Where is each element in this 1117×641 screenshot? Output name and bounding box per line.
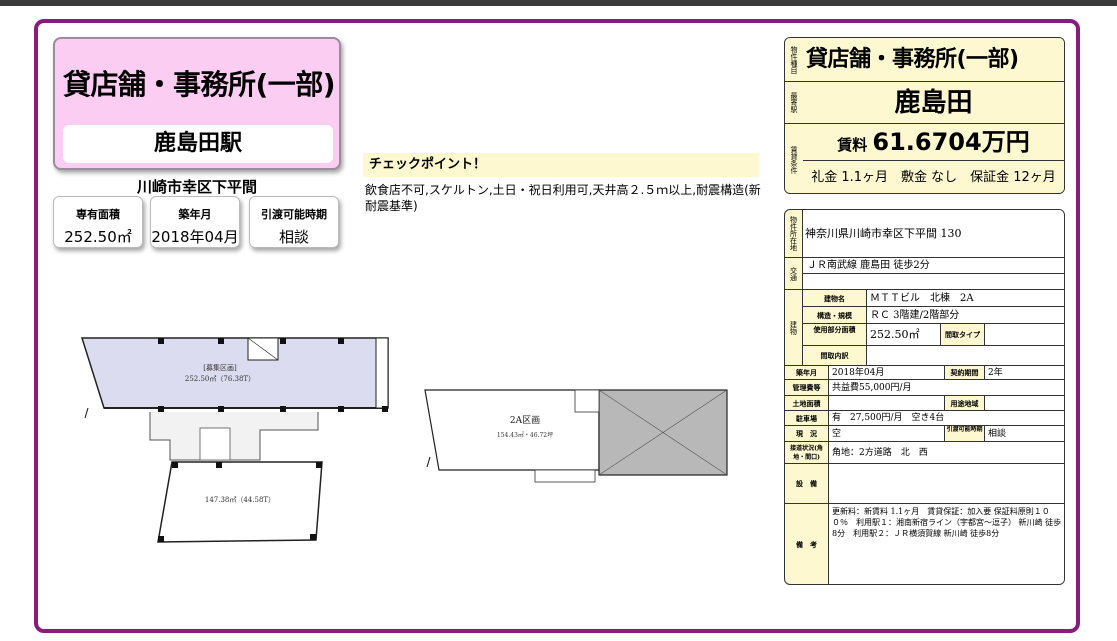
- plan-unit-area-label: 154.43㎡・46.72坪: [497, 431, 553, 439]
- stat-value: 2018年04月: [151, 228, 239, 246]
- location-side: 物件所在地: [785, 210, 803, 258]
- transport-empty: [803, 274, 1064, 290]
- layout-type-value: [985, 324, 1064, 346]
- area-label: 使用部分面積: [803, 324, 867, 346]
- land-value: [829, 396, 945, 411]
- spec-table: 物件所在地 神奈川県川崎市幸区下平間 130 交通 ＪＲ南武線 鹿島田 徒歩2分…: [784, 209, 1065, 585]
- building-name-label: 建物名: [803, 290, 867, 307]
- plan-upper-area: [80, 337, 389, 409]
- structure-value: ＲＣ 3階建/2階部分: [867, 307, 1064, 324]
- mgmt-label: 管理費等: [785, 380, 829, 396]
- row-side-label: 賃貸条件: [785, 124, 804, 193]
- built-value: 2018年04月: [829, 366, 945, 380]
- summary-station-row: 最寄駅 鹿島田: [785, 82, 1064, 124]
- floor-plan-right: 2A区画 154.43㎡・46.72坪: [424, 389, 728, 483]
- mgmt-value: 共益費55,000円/月: [829, 380, 1064, 396]
- road-label: 接道状況(角地・間口): [785, 442, 829, 464]
- summary-box: 物件種目 貸店舗・事務所(一部) 最寄駅 鹿島田 賃貸条件 賃料 61.6704…: [784, 37, 1065, 194]
- contract-label: 契約期間: [945, 366, 985, 380]
- plan-label: [募集区画]: [203, 363, 237, 372]
- zoning-value: [985, 396, 1064, 411]
- rent-value: 61.6704万円: [872, 128, 1030, 156]
- built-label: 築年月: [785, 366, 829, 380]
- layout-detail-label: 間取内訳: [803, 346, 867, 366]
- equip-label: 設 備: [785, 464, 829, 504]
- address-short: 川崎市幸区下平間: [136, 178, 257, 196]
- stat-area: 専有面積 252.50㎡: [53, 196, 143, 248]
- title-card: 貸店舗・事務所(一部) 鹿島田駅: [53, 37, 341, 170]
- stat-value: 相談: [278, 228, 309, 246]
- compass-icon: [426, 456, 431, 468]
- parking-value: 有 27,500円/月 空き4台: [829, 411, 1064, 426]
- handover-value: 相談: [985, 426, 1064, 442]
- land-label: 土地面積: [785, 396, 829, 411]
- compass-icon: [84, 407, 89, 419]
- transport-side: 交通: [785, 258, 803, 290]
- stat-label: 専有面積: [76, 208, 120, 221]
- summary-terms-row: 賃貸条件 賃料 61.6704万円 礼金 1.1ヶ月 敷金 なし 保証金 12ヶ…: [785, 124, 1064, 193]
- transport-value: ＪＲ南武線 鹿島田 徒歩2分: [803, 258, 1064, 274]
- building-side: 建物: [785, 290, 803, 366]
- layout-detail-value: [867, 346, 1064, 366]
- rent-label: 賃料: [837, 136, 868, 154]
- stat-value: 252.50㎡: [64, 228, 132, 246]
- plan-area-lower: 147.38㎡（44.58T）: [205, 496, 275, 504]
- row-side-label: 最寄駅: [785, 82, 804, 123]
- notes-value: 更新料：新賃料 1.1ヶ月 賃貸保証：加入要 保証料原則１００％ 利用駅１：湘南…: [829, 504, 1064, 584]
- floor-plan-left: [募集区画] 252.50㎡（76.38T） 147.38㎡（44.58T）: [80, 337, 389, 543]
- summary-station: 鹿島田: [894, 88, 973, 118]
- stat-label: 引渡可能時期: [261, 208, 327, 221]
- summary-type: 貸店舗・事務所(一部): [806, 47, 1019, 72]
- row-side-label: 物件種目: [785, 38, 804, 81]
- plan-unit-label: 2A区画: [510, 415, 540, 426]
- status-value: 空: [829, 426, 945, 442]
- building-name: ＭＴＴビル 北棟 2A: [867, 290, 1064, 307]
- stat-handover: 引渡可能時期 相談: [249, 196, 339, 248]
- property-type-title: 貸店舗・事務所(一部): [63, 68, 336, 101]
- summary-type-row: 物件種目 貸店舗・事務所(一部): [785, 38, 1064, 82]
- notes-label: 備 考: [785, 504, 829, 584]
- layout-type-label: 間取タイプ: [941, 324, 985, 346]
- location-value: 神奈川県川崎市幸区下平間 130: [803, 210, 1064, 258]
- checkpoint-text: 飲食店不可,スケルトン,土日・祝日利用可,天井高２.５ｍ以上,耐震構造(新耐震基…: [365, 183, 761, 213]
- stat-label: 築年月: [178, 208, 212, 221]
- area-value: 252.50㎡: [867, 324, 941, 346]
- plan-area-upper: 252.50㎡（76.38T）: [185, 375, 255, 383]
- top-bar: [0, 0, 1117, 6]
- structure-label: 構造・規模: [803, 307, 867, 324]
- stat-built: 築年月 2018年04月: [150, 196, 240, 248]
- parking-label: 駐車場: [785, 411, 829, 426]
- plan-unit-area: [424, 389, 600, 471]
- contract-value: 2年: [985, 366, 1064, 380]
- terms-line: 礼金 1.1ヶ月 敷金 なし 保証金 12ヶ月: [811, 170, 1056, 185]
- checkpoint-heading: チェックポイント！: [363, 153, 759, 177]
- equip-value: [829, 464, 1064, 504]
- handover-label: 引渡可能時期: [945, 426, 985, 442]
- zoning-label: 用途地域: [945, 396, 985, 411]
- road-value: 角地：2方道路 北 西: [829, 442, 1064, 464]
- station-name: 鹿島田駅: [63, 125, 333, 163]
- status-label: 現 況: [785, 426, 829, 442]
